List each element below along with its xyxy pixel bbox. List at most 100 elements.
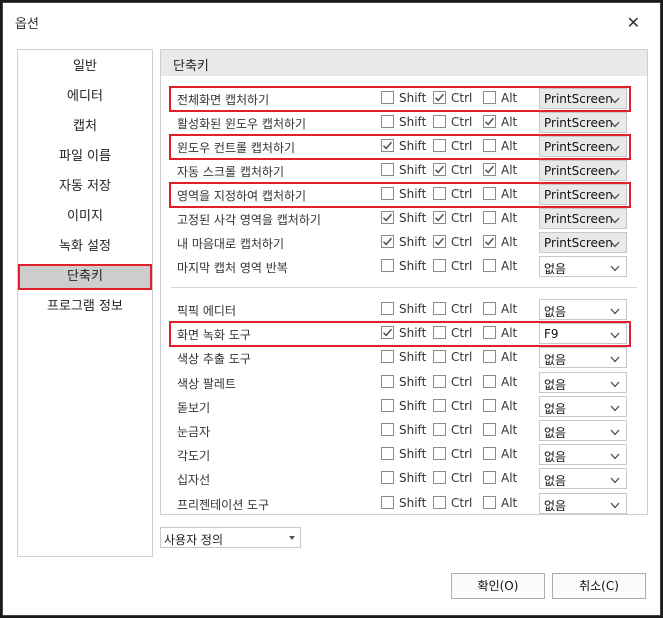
key-select[interactable]: PrintScreen [539,160,627,181]
close-icon[interactable]: ✕ [627,13,640,32]
shift-checkbox[interactable] [381,235,394,248]
key-select[interactable]: 없음 [539,468,627,490]
alt-checkbox[interactable] [483,235,496,248]
ctrl-checkbox[interactable] [433,91,446,104]
key-select[interactable]: 없음 [539,256,627,277]
sidebar-item-0[interactable]: 일반 [18,54,152,80]
key-select[interactable]: PrintScreen [539,112,627,133]
sidebar-item-5[interactable]: 이미지 [18,204,152,230]
sidebar-item-3[interactable]: 파일 이름 [18,144,152,170]
alt-checkbox[interactable] [483,447,496,461]
shortcut-row: 영역을 지정하여 캡처하기 Shift Ctrl Alt PrintScreen [161,184,647,206]
shift-checkbox[interactable] [381,302,394,315]
key-select[interactable]: 없음 [539,492,627,514]
shift-checkbox[interactable] [381,326,394,340]
shift-checkbox[interactable] [381,495,394,509]
ctrl-checkbox[interactable] [433,163,446,176]
key-select[interactable]: PrintScreen [539,184,627,205]
shift-label: Shift [399,139,427,153]
key-select[interactable]: PrintScreen [539,232,627,253]
sidebar-item-2[interactable]: 캡처 [18,114,152,140]
alt-checkbox[interactable] [483,350,496,364]
alt-checkbox[interactable] [483,326,496,340]
ctrl-label: Ctrl [451,91,473,105]
shift-checkbox[interactable] [381,374,394,388]
ctrl-label: Ctrl [451,187,473,201]
alt-checkbox[interactable] [483,471,496,485]
alt-checkbox[interactable] [483,374,496,388]
ctrl-checkbox[interactable] [433,447,446,461]
key-value: 없음 [544,377,567,392]
ok-button[interactable]: 확인(O) [451,573,545,599]
alt-checkbox[interactable] [483,187,496,200]
shift-checkbox[interactable] [381,471,394,485]
key-select[interactable]: 없음 [539,299,627,320]
shift-checkbox[interactable] [381,139,394,152]
ctrl-checkbox[interactable] [433,471,446,485]
chevron-down-icon [610,189,620,203]
ctrl-checkbox[interactable] [433,326,446,340]
sidebar-item-8[interactable]: 프로그램 정보 [18,294,152,320]
shift-checkbox[interactable] [381,423,394,436]
sidebar-item-4[interactable]: 자동 저장 [18,174,152,200]
shift-label: Shift [399,398,427,413]
key-value: PrintScreen [544,140,613,154]
alt-checkbox[interactable] [483,91,496,104]
shift-checkbox[interactable] [381,163,394,176]
shift-checkbox[interactable] [381,115,394,128]
alt-checkbox[interactable] [483,423,496,436]
key-select[interactable]: 없음 [539,371,627,393]
sidebar-item-6[interactable]: 녹화 설정 [18,234,152,260]
ctrl-checkbox[interactable] [433,259,446,272]
alt-checkbox[interactable] [483,398,496,412]
key-select[interactable]: PrintScreen [539,136,627,157]
preset-dropdown[interactable]: 사용자 정의 [160,527,301,548]
key-select[interactable]: 없음 [539,395,627,417]
shift-checkbox[interactable] [381,259,394,272]
key-select[interactable]: PrintScreen [539,88,627,109]
shift-label: Shift [399,447,427,462]
key-select[interactable]: F9 [539,323,627,345]
dialog-title: 옵션 [15,17,39,32]
key-select[interactable]: 없음 [539,444,627,466]
ctrl-checkbox[interactable] [433,423,446,436]
shift-label: Shift [399,495,427,510]
key-select[interactable]: 없음 [539,420,627,441]
shift-checkbox[interactable] [381,91,394,104]
alt-checkbox[interactable] [483,495,496,509]
shift-checkbox[interactable] [381,350,394,364]
alt-checkbox[interactable] [483,259,496,272]
ctrl-checkbox[interactable] [433,350,446,364]
shortcut-label: 눈금자 [177,425,211,439]
ctrl-checkbox[interactable] [433,211,446,224]
ctrl-checkbox[interactable] [433,398,446,412]
key-select[interactable]: PrintScreen [539,208,627,229]
cancel-button[interactable]: 취소(C) [552,573,646,599]
sidebar-item-1[interactable]: 에디터 [18,84,152,110]
alt-checkbox[interactable] [483,139,496,152]
chevron-down-icon [610,352,620,366]
shift-checkbox[interactable] [381,211,394,224]
ctrl-checkbox[interactable] [433,302,446,315]
ctrl-checkbox[interactable] [433,495,446,509]
ctrl-checkbox[interactable] [433,235,446,248]
alt-checkbox[interactable] [483,302,496,315]
key-select[interactable]: 없음 [539,347,627,369]
shift-label: Shift [399,302,427,316]
chevron-down-icon [610,261,620,275]
chevron-down-icon [610,141,620,155]
alt-label: Alt [501,115,518,129]
sidebar-item-7[interactable]: 단축키 [18,264,152,290]
sidebar-nav: 일반에디터캡처파일 이름자동 저장이미지녹화 설정단축키프로그램 정보 [17,49,153,557]
alt-checkbox[interactable] [483,115,496,128]
alt-checkbox[interactable] [483,163,496,176]
shift-checkbox[interactable] [381,398,394,412]
shift-checkbox[interactable] [381,447,394,461]
ctrl-checkbox[interactable] [433,187,446,200]
shift-checkbox[interactable] [381,187,394,200]
ctrl-checkbox[interactable] [433,115,446,128]
ctrl-checkbox[interactable] [433,374,446,388]
ctrl-checkbox[interactable] [433,139,446,152]
shortcut-label: 고정된 사각 영역을 캡처하기 [177,213,321,227]
alt-checkbox[interactable] [483,211,496,224]
